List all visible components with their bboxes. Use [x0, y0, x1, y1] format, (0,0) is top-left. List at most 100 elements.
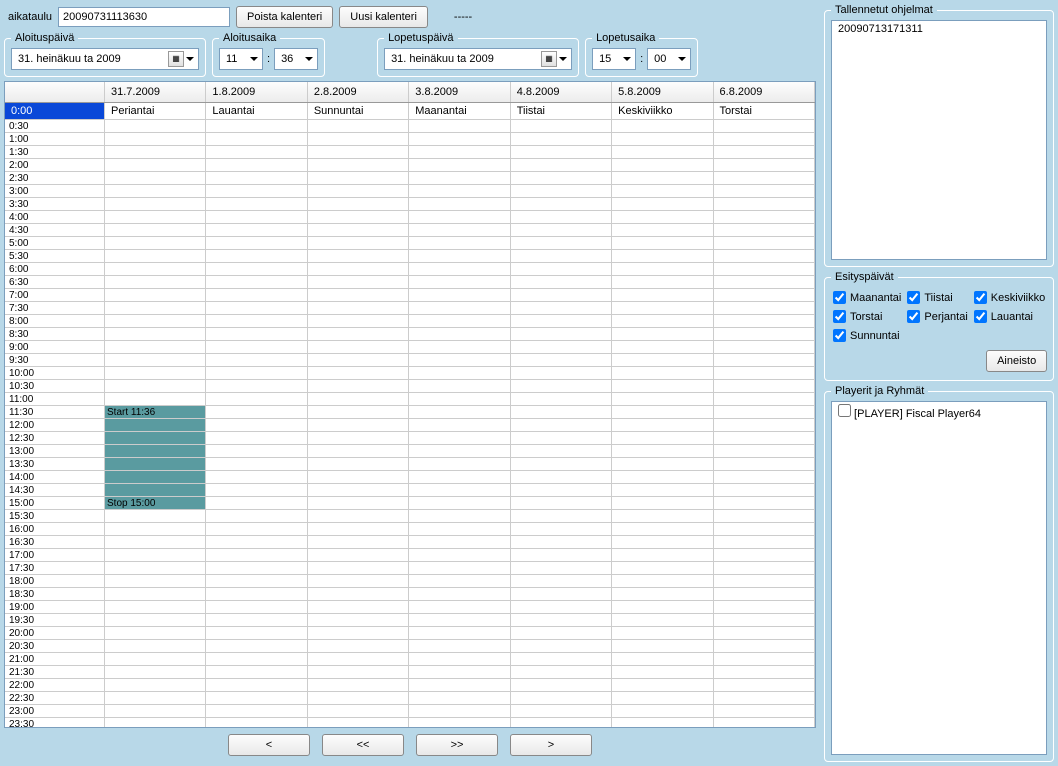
schedule-cell[interactable] — [714, 653, 815, 665]
schedule-cell[interactable] — [105, 315, 206, 327]
schedule-cell[interactable] — [612, 432, 713, 444]
schedule-cell[interactable] — [409, 237, 510, 249]
schedule-cell[interactable] — [714, 510, 815, 522]
checkbox-input[interactable] — [974, 291, 987, 304]
schedule-cell[interactable] — [206, 549, 307, 561]
time-label[interactable]: 8:30 — [5, 328, 105, 340]
weekday-checkbox[interactable]: Sunnuntai — [833, 329, 901, 342]
schedule-cell[interactable] — [612, 653, 713, 665]
schedule-cell[interactable] — [612, 198, 713, 210]
schedule-cell[interactable] — [612, 185, 713, 197]
start-date-picker[interactable]: 31. heinäkuu ta 2009 ▦ — [11, 48, 199, 70]
schedule-cell[interactable] — [308, 237, 409, 249]
schedule-cell[interactable] — [612, 380, 713, 392]
schedule-cell[interactable] — [308, 679, 409, 691]
schedule-cell[interactable] — [206, 419, 307, 431]
schedule-cell[interactable] — [206, 601, 307, 613]
schedule-cell[interactable] — [105, 458, 206, 470]
time-label[interactable]: 15:30 — [5, 510, 105, 522]
schedule-cell[interactable] — [308, 471, 409, 483]
schedule-cell[interactable] — [612, 705, 713, 717]
schedule-cell[interactable] — [105, 653, 206, 665]
schedule-cell[interactable] — [409, 432, 510, 444]
schedule-cell[interactable] — [612, 263, 713, 275]
schedule-cell[interactable] — [511, 588, 612, 600]
schedule-cell[interactable] — [206, 536, 307, 548]
schedule-cell[interactable] — [308, 536, 409, 548]
schedule-cell[interactable] — [714, 289, 815, 301]
schedule-cell[interactable] — [409, 692, 510, 704]
nav-back-button[interactable]: < — [228, 734, 310, 756]
time-label[interactable]: 7:00 — [5, 289, 105, 301]
calendar-icon[interactable]: ▦ — [168, 51, 184, 67]
schedule-cell[interactable] — [612, 120, 713, 132]
schedule-cell[interactable] — [308, 627, 409, 639]
time-label[interactable]: 21:30 — [5, 666, 105, 678]
schedule-cell[interactable] — [511, 172, 612, 184]
schedule-cell[interactable] — [206, 276, 307, 288]
schedule-cell[interactable] — [612, 640, 713, 652]
time-label[interactable]: 11:30 — [5, 406, 105, 418]
schedule-body[interactable]: 0:301:001:302:002:303:003:304:004:305:00… — [5, 120, 815, 727]
schedule-cell[interactable] — [105, 380, 206, 392]
schedule-cell[interactable] — [308, 120, 409, 132]
schedule-cell[interactable] — [612, 367, 713, 379]
time-label[interactable]: 2:30 — [5, 172, 105, 184]
time-label[interactable]: 18:30 — [5, 588, 105, 600]
schedule-cell[interactable] — [409, 653, 510, 665]
schedule-cell[interactable] — [511, 445, 612, 457]
schedule-cell[interactable] — [612, 328, 713, 340]
schedule-cell[interactable] — [409, 250, 510, 262]
checkbox-input[interactable] — [833, 291, 846, 304]
time-label[interactable]: 23:30 — [5, 718, 105, 727]
schedule-cell[interactable] — [612, 601, 713, 613]
schedule-cell[interactable] — [206, 380, 307, 392]
schedule-cell[interactable] — [409, 276, 510, 288]
schedule-cell[interactable] — [308, 211, 409, 223]
time-label[interactable]: 18:00 — [5, 575, 105, 587]
weekday-checkbox[interactable]: Tiistai — [907, 291, 967, 304]
schedule-cell[interactable] — [714, 549, 815, 561]
time-label[interactable]: 9:00 — [5, 341, 105, 353]
schedule-cell[interactable] — [206, 341, 307, 353]
schedule-cell[interactable] — [714, 536, 815, 548]
schedule-cell[interactable] — [105, 133, 206, 145]
time-label[interactable]: 7:30 — [5, 302, 105, 314]
schedule-cell[interactable] — [308, 367, 409, 379]
schedule-cell[interactable] — [105, 666, 206, 678]
schedule-cell[interactable] — [308, 640, 409, 652]
chevron-down-icon[interactable] — [559, 57, 567, 61]
schedule-cell[interactable] — [206, 497, 307, 509]
time-label[interactable]: 12:30 — [5, 432, 105, 444]
time-label[interactable]: 4:00 — [5, 211, 105, 223]
schedule-cell[interactable] — [714, 328, 815, 340]
schedule-cell[interactable] — [409, 393, 510, 405]
schedule-cell[interactable] — [612, 211, 713, 223]
schedule-cell[interactable] — [308, 614, 409, 626]
schedule-cell[interactable] — [206, 653, 307, 665]
schedule-cell[interactable] — [206, 367, 307, 379]
schedule-cell[interactable] — [206, 575, 307, 587]
schedule-cell[interactable] — [714, 341, 815, 353]
schedule-cell[interactable] — [511, 471, 612, 483]
schedule-cell[interactable] — [714, 120, 815, 132]
schedule-cell[interactable] — [206, 718, 307, 727]
schedule-cell[interactable] — [308, 185, 409, 197]
schedule-cell[interactable] — [206, 224, 307, 236]
schedule-cell[interactable] — [612, 406, 713, 418]
schedule-cell[interactable] — [105, 120, 206, 132]
schedule-cell[interactable] — [511, 484, 612, 496]
schedule-id-input[interactable] — [58, 7, 230, 27]
time-label[interactable]: 14:00 — [5, 471, 105, 483]
schedule-cell[interactable] — [105, 146, 206, 158]
time-label[interactable]: 19:00 — [5, 601, 105, 613]
schedule-cell[interactable] — [714, 692, 815, 704]
time-label[interactable]: 20:00 — [5, 627, 105, 639]
schedule-cell[interactable] — [511, 250, 612, 262]
schedule-cell[interactable] — [714, 406, 815, 418]
schedule-cell[interactable] — [105, 536, 206, 548]
schedule-cell[interactable] — [308, 588, 409, 600]
schedule-cell[interactable] — [206, 211, 307, 223]
schedule-cell[interactable] — [511, 536, 612, 548]
schedule-cell[interactable] — [105, 185, 206, 197]
